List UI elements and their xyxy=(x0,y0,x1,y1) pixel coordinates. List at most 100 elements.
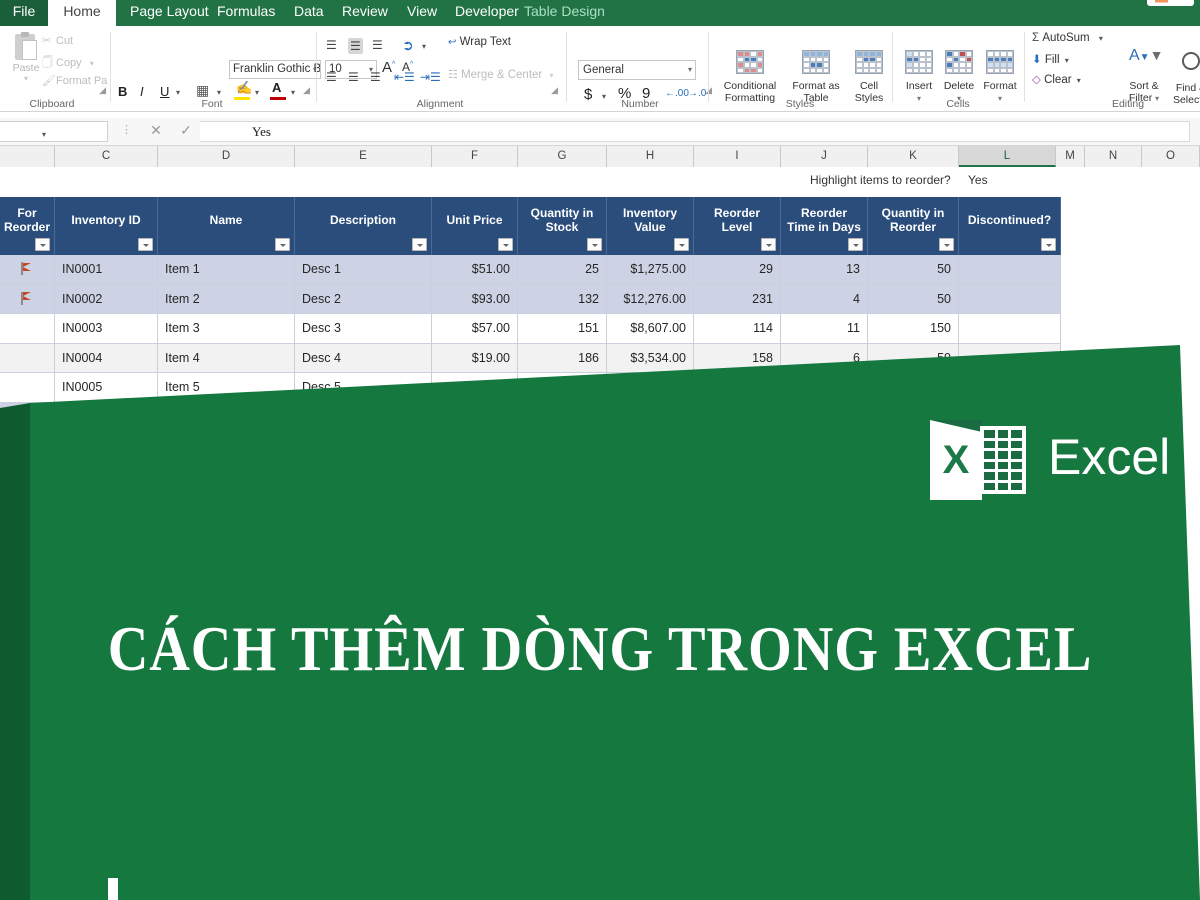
table-cell[interactable] xyxy=(781,373,868,403)
column-header-J[interactable]: J xyxy=(781,146,868,167)
table-cell[interactable]: Desc 3 xyxy=(295,314,432,344)
column-header-E[interactable]: E xyxy=(295,146,432,167)
column-header-blank[interactable] xyxy=(0,146,55,167)
autosum-button[interactable]: Σ AutoSum ▾ xyxy=(1032,32,1103,44)
table-cell[interactable]: IN0006 xyxy=(55,402,158,433)
column-header-F[interactable]: F xyxy=(432,146,518,167)
table-cell[interactable]: $93.00 xyxy=(432,284,518,315)
underline-chevron-icon[interactable]: ▾ xyxy=(176,88,180,97)
table-cell[interactable]: $12,276.00 xyxy=(607,284,694,315)
column-header-G[interactable]: G xyxy=(518,146,607,167)
table-cell[interactable]: IN0005 xyxy=(55,373,158,403)
tab-data[interactable]: Data xyxy=(282,0,336,26)
table-row[interactable]: IN0002 Item 2 Desc 2 $93.00 132 $12,276.00 231… xyxy=(0,284,1061,315)
conditional-formatting-button[interactable]: Conditional Formatting xyxy=(714,50,786,104)
copy-button[interactable]: 🗍 Copy ▾ xyxy=(42,54,94,73)
table-row[interactable]: IN0004 Item 4 Desc 4 $19.00 186 $3,534.00 158 6… xyxy=(0,343,1061,374)
copy-chevron-icon[interactable]: ▾ xyxy=(90,59,94,68)
table-cell[interactable]: Item 4 xyxy=(158,343,295,374)
share-button[interactable]: 📤Sh xyxy=(1147,0,1194,6)
table-row[interactable]: IN0005 Item 5 Desc 5 $75.00 62 $4,650.00 xyxy=(0,373,1061,403)
table-cell[interactable]: Desc 5 xyxy=(295,373,432,403)
filter-dropdown-icon[interactable] xyxy=(761,238,776,251)
table-cell[interactable]: 11 xyxy=(781,314,868,344)
fill-color-chevron-icon[interactable]: ▾ xyxy=(255,88,259,97)
table-cell[interactable]: 4 xyxy=(781,284,868,315)
table-row[interactable]: IN0001 Item 1 Desc 1 $51.00 25 $1,275.00 29 13 5… xyxy=(0,255,1061,285)
table-cell[interactable]: IN0003 xyxy=(55,314,158,344)
table-cell[interactable]: 186 xyxy=(518,343,607,374)
column-header-I[interactable]: I xyxy=(694,146,781,167)
table-cell[interactable]: $4,650.00 xyxy=(607,373,694,403)
cancel-icon[interactable]: ✕ xyxy=(145,122,167,139)
for-reorder-cell[interactable] xyxy=(0,373,55,403)
highlight-answer-cell[interactable]: Yes xyxy=(968,173,988,187)
find-select-button[interactable]: Find & Select ▾ xyxy=(1164,50,1200,106)
table-cell[interactable] xyxy=(959,255,1061,285)
alignment-dialog-launcher[interactable]: ◢ xyxy=(551,85,558,96)
tab-review[interactable]: Review xyxy=(330,0,400,26)
column-header-C[interactable]: C xyxy=(55,146,158,167)
table-cell[interactable] xyxy=(432,402,518,433)
filter-dropdown-icon[interactable] xyxy=(138,238,153,251)
table-cell[interactable]: Desc 2 xyxy=(295,284,432,315)
table-cell[interactable]: Desc 1 xyxy=(295,255,432,285)
column-header-H[interactable]: H xyxy=(607,146,694,167)
table-cell[interactable]: $3,534.00 xyxy=(607,343,694,374)
for-reorder-cell[interactable] xyxy=(0,402,55,433)
delete-cells-button[interactable]: Delete ▾ xyxy=(938,50,980,104)
fill-button[interactable]: ⬇ Fill ▾ xyxy=(1032,52,1069,66)
table-cell[interactable] xyxy=(868,373,959,403)
sort-filter-button[interactable]: A▼▼ Sort & Filter ▾ xyxy=(1118,48,1170,104)
clipboard-dialog-launcher[interactable]: ◢ xyxy=(99,85,106,96)
table-cell[interactable] xyxy=(781,402,868,433)
tab-file[interactable]: File xyxy=(0,0,48,26)
font-dialog-launcher[interactable]: ◢ xyxy=(303,85,310,96)
column-header-D[interactable]: D xyxy=(158,146,295,167)
filter-dropdown-icon[interactable] xyxy=(848,238,863,251)
number-format-select[interactable]: General ▾ xyxy=(578,60,696,80)
tab-home[interactable]: Home xyxy=(48,0,116,26)
clear-chevron-icon[interactable]: ▾ xyxy=(1077,76,1081,85)
format-as-table-button[interactable]: Format as Table xyxy=(784,50,848,104)
tab-view[interactable]: View xyxy=(395,0,449,26)
insert-cells-button[interactable]: Insert ▾ xyxy=(898,50,940,104)
filter-dropdown-icon[interactable] xyxy=(1041,238,1056,251)
cell-styles-button[interactable]: Cell Styles xyxy=(844,50,894,104)
table-cell[interactable]: Item 5 xyxy=(158,373,295,403)
table-cell[interactable]: Item 3 xyxy=(158,314,295,344)
name-box-chevron-icon[interactable]: ▾ xyxy=(42,130,46,139)
wrap-text-button[interactable]: ↩ Wrap Text xyxy=(448,36,511,48)
format-cells-button[interactable]: Format ▾ xyxy=(978,50,1022,104)
for-reorder-cell[interactable] xyxy=(0,314,55,344)
borders-icon[interactable]: ▦ xyxy=(196,82,209,99)
formula-input[interactable]: Yes xyxy=(200,121,1190,142)
font-name-input[interactable]: Franklin Gothic Bo ▾ xyxy=(229,60,321,79)
table-cell[interactable] xyxy=(518,402,607,433)
for-reorder-cell[interactable] xyxy=(0,343,55,374)
decrease-indent-icon[interactable]: ⇤☰ xyxy=(394,70,415,84)
column-header-N[interactable]: N xyxy=(1085,146,1142,167)
align-right-icon[interactable]: ☰ xyxy=(370,70,381,84)
table-cell[interactable]: $57.00 xyxy=(432,314,518,344)
number-format-chevron-icon[interactable]: ▾ xyxy=(688,65,692,74)
align-center-icon[interactable]: ☰ xyxy=(348,70,359,84)
table-cell[interactable] xyxy=(959,314,1061,344)
table-cell[interactable]: IN0004 xyxy=(55,343,158,374)
table-cell[interactable]: 158 xyxy=(694,343,781,374)
table-cell[interactable]: 50 xyxy=(868,284,959,315)
tab-formulas[interactable]: Formulas xyxy=(205,0,287,26)
underline-button[interactable]: U xyxy=(160,84,169,99)
table-cell[interactable]: 231 xyxy=(694,284,781,315)
table-cell[interactable]: Item 6 xyxy=(158,402,295,433)
table-cell[interactable] xyxy=(694,373,781,403)
table-cell[interactable]: $19.00 xyxy=(432,343,518,374)
table-cell[interactable]: $8,607.00 xyxy=(607,314,694,344)
increase-indent-icon[interactable]: ⇥☰ xyxy=(420,70,441,84)
table-cell[interactable]: Desc 6 xyxy=(295,402,432,433)
align-left-icon[interactable]: ☰ xyxy=(326,70,337,84)
clear-button[interactable]: ◇ Clear ▾ xyxy=(1032,72,1081,86)
table-cell[interactable]: 6 xyxy=(781,343,868,374)
merge-center-button[interactable]: ☷ Merge & Center ▾ xyxy=(448,68,553,81)
table-cell[interactable] xyxy=(959,373,1061,403)
